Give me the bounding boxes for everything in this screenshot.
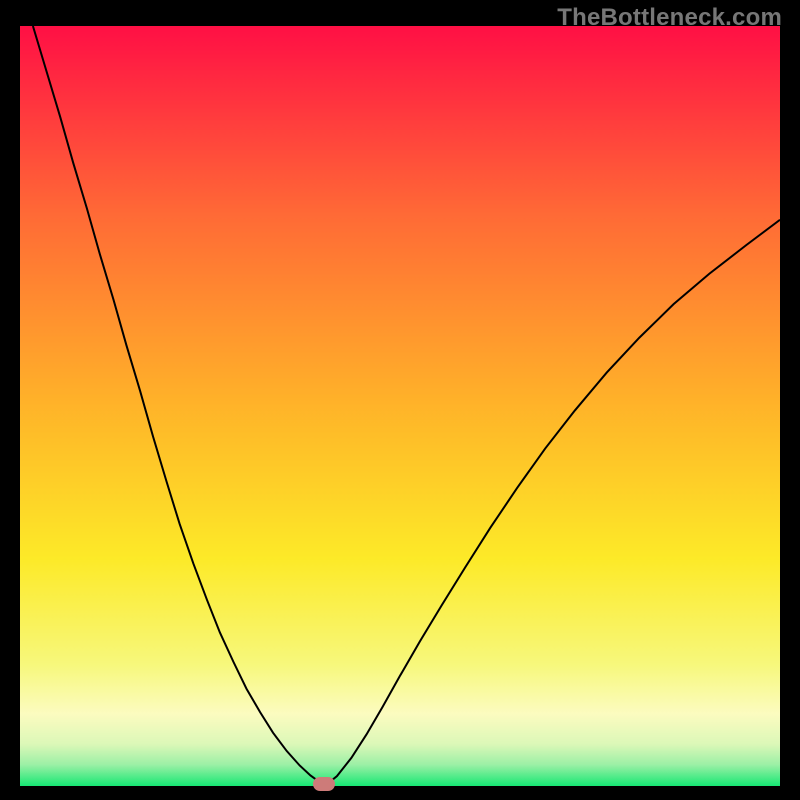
curve-path <box>33 26 780 784</box>
watermark-text: TheBottleneck.com <box>557 4 782 32</box>
bottleneck-curve <box>20 26 780 786</box>
optimum-marker <box>313 777 335 791</box>
